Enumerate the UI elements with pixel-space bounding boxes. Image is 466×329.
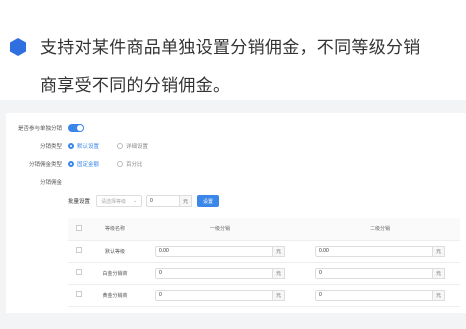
row-checkbox[interactable]	[76, 291, 82, 297]
radio-fixed-amount[interactable]: 固定金额	[68, 160, 99, 168]
row-checkbox[interactable]	[76, 269, 82, 275]
table-row: 黄金分销商 0元 0元	[68, 284, 460, 307]
participate-row: 是否参与单独分销	[6, 121, 84, 135]
participate-label: 是否参与单独分销	[17, 126, 62, 132]
level1-input-group: 0元	[155, 289, 285, 301]
batch-settings: 批量设置 请选择等级 ⌄ 0 元 设置	[68, 195, 220, 207]
select-all-cell	[68, 218, 90, 241]
level2-input[interactable]: 0	[315, 267, 433, 279]
intro-section: 支持对某件商品单独设置分销佣金，不同等级分销 商享受不同的分销佣金。	[0, 0, 466, 100]
level-name: 默认等级	[90, 240, 140, 263]
radio-dot-icon	[117, 161, 124, 167]
unit-label: 元	[273, 267, 285, 279]
intro-line-2: 商享受不同的分销佣金。	[40, 76, 231, 95]
radio-percentage[interactable]: 百分比	[117, 160, 143, 168]
commission-row: 分销佣金	[6, 175, 68, 189]
batch-value-input[interactable]: 0	[146, 195, 181, 207]
dist-type-row: 分销类型 默认设置 详细设置	[6, 139, 166, 153]
unit-label: 元	[273, 245, 285, 257]
unit-label: 元	[433, 245, 445, 257]
participate-toggle[interactable]	[68, 124, 84, 132]
col-level2: 二级分销	[300, 218, 460, 241]
dist-type-label: 分销类型	[39, 144, 62, 150]
level2-input-group: 0元	[315, 267, 445, 279]
level-name: 黄金分销商	[90, 284, 140, 307]
col-level-name: 等级名称	[90, 218, 140, 241]
set-button[interactable]: 设置	[197, 195, 220, 207]
level2-input[interactable]: 0	[315, 289, 433, 301]
row-checkbox[interactable]	[76, 247, 82, 253]
level-name: 白金分销商	[90, 262, 140, 285]
level-select[interactable]: 请选择等级 ⌄	[96, 195, 143, 207]
batch-unit: 元	[180, 195, 193, 207]
batch-label: 批量设置	[68, 199, 91, 205]
radio-detail-setting[interactable]: 详细设置	[117, 142, 148, 150]
commission-type-label: 分销佣金类型	[28, 162, 62, 168]
level2-input-group: 0元	[315, 289, 445, 301]
table-header-row: 等级名称 一级分销 二级分销	[68, 218, 460, 241]
level2-input-group: 0.00 元	[315, 245, 445, 257]
commission-table: 等级名称 一级分销 二级分销 默认等级 0.00 元 0.00 元 白金分销商 0元…	[68, 218, 460, 307]
level1-input[interactable]: 0	[155, 267, 273, 279]
select-all-checkbox[interactable]	[76, 224, 82, 231]
commission-label: 分销佣金	[39, 180, 62, 186]
radio-default-setting[interactable]: 默认设置	[68, 142, 99, 150]
level2-input[interactable]: 0.00	[315, 245, 433, 257]
level1-input[interactable]: 0.00	[155, 245, 273, 257]
table-row: 白金分销商 0元 0元	[68, 262, 460, 285]
screenshot-panel: 是否参与单独分销 分销类型 默认设置 详细设置 分销佣金类型 固定金额 百分比	[0, 100, 466, 329]
level1-input[interactable]: 0	[155, 289, 273, 301]
radio-dot-icon	[117, 143, 124, 149]
radio-dot-icon	[68, 161, 74, 167]
level1-input-group: 0.00 元	[155, 245, 285, 257]
radio-dot-icon	[68, 143, 74, 149]
intro-line-1: 支持对某件商品单独设置分销佣金，不同等级分销	[40, 38, 421, 57]
unit-label: 元	[273, 289, 285, 301]
unit-label: 元	[433, 267, 445, 279]
level1-input-group: 0元	[155, 267, 285, 279]
unit-label: 元	[433, 289, 445, 301]
settings-card: 是否参与单独分销 分销类型 默认设置 详细设置 分销佣金类型 固定金额 百分比	[6, 113, 466, 313]
chevron-down-icon: ⌄	[132, 198, 138, 204]
commission-type-row: 分销佣金类型 固定金额 百分比	[6, 157, 161, 171]
table-row: 默认等级 0.00 元 0.00 元	[68, 240, 460, 263]
hexagon-icon	[10, 38, 26, 56]
col-level1: 一级分销	[140, 218, 300, 241]
